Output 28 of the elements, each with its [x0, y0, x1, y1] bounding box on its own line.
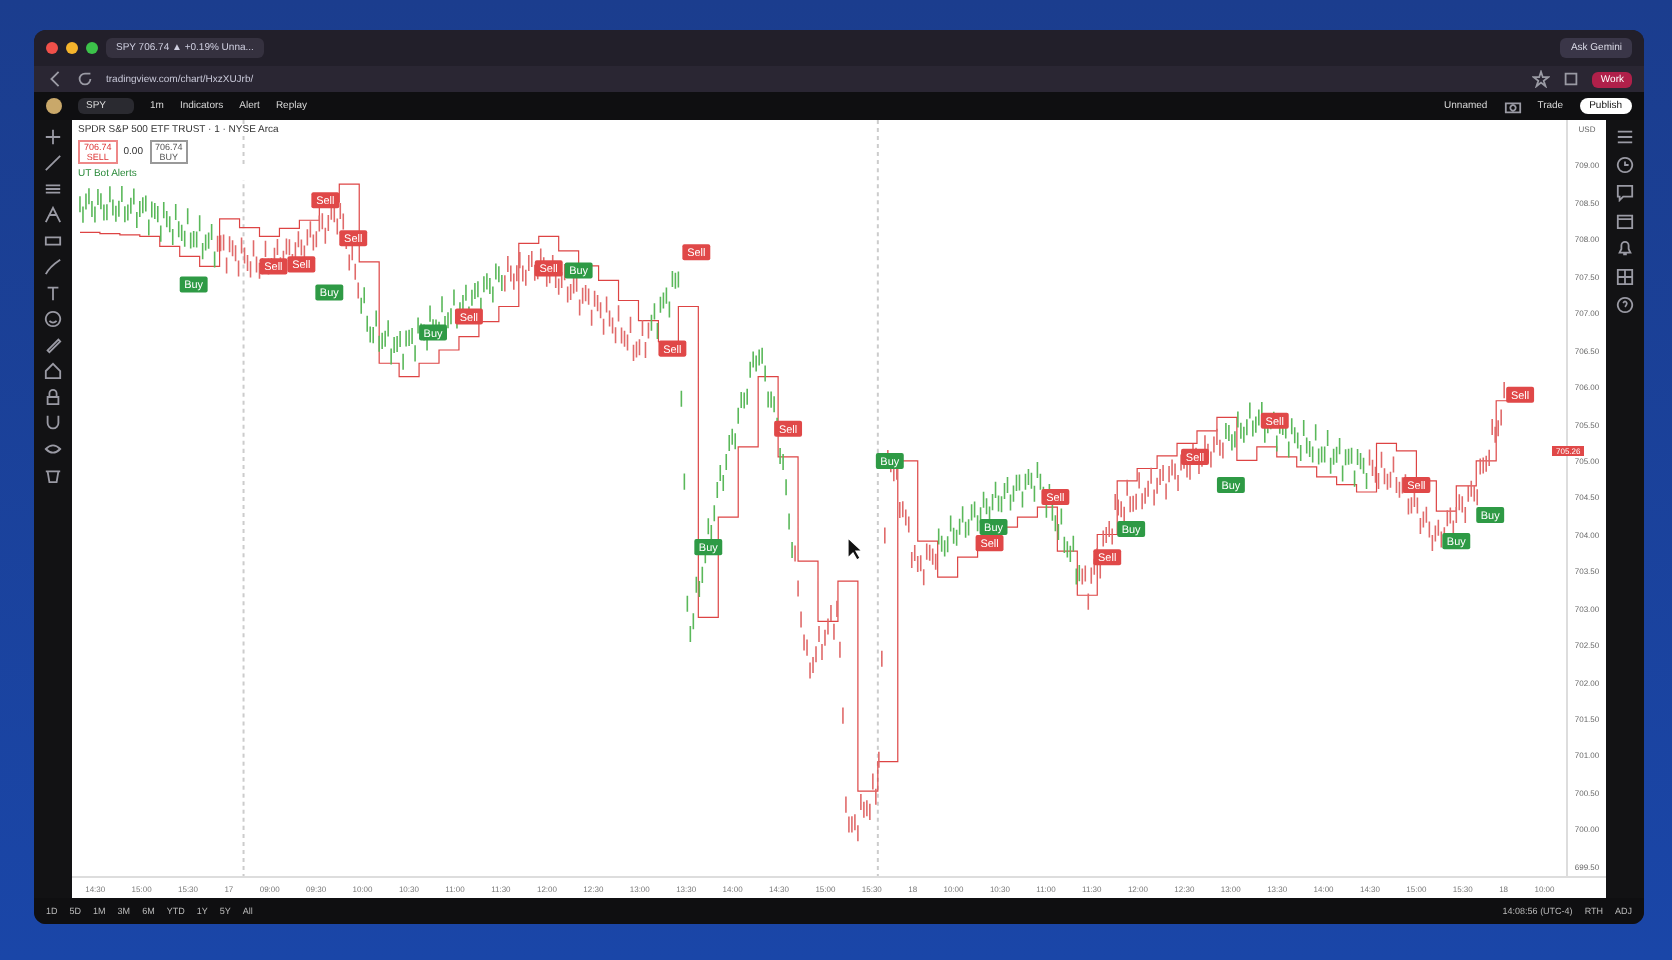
lock-icon[interactable] [44, 388, 62, 406]
eye-icon[interactable] [44, 440, 62, 458]
home-icon[interactable] [44, 362, 62, 380]
crosshair-icon[interactable] [44, 128, 62, 146]
cursor-icon [846, 536, 864, 562]
line-icon[interactable] [44, 154, 62, 172]
bell-icon[interactable] [1616, 240, 1634, 258]
zoom-dot[interactable] [86, 42, 98, 54]
reload-icon[interactable] [76, 70, 94, 88]
grid-icon[interactable] [1616, 268, 1634, 286]
minimize-dot[interactable] [66, 42, 78, 54]
back-icon[interactable] [46, 70, 64, 88]
chat-icon[interactable] [1616, 184, 1634, 202]
trash-icon[interactable] [44, 466, 62, 484]
brush-icon[interactable] [44, 258, 62, 276]
clock-icon[interactable] [1616, 156, 1634, 174]
calendar-icon[interactable] [1616, 212, 1634, 230]
star-icon[interactable] [1532, 70, 1551, 88]
smile-icon[interactable] [44, 310, 62, 328]
text-icon[interactable] [44, 284, 62, 302]
camera-icon[interactable] [1503, 97, 1522, 115]
magnet-icon[interactable] [44, 414, 62, 432]
lines-icon[interactable] [44, 180, 62, 198]
avatar[interactable] [46, 98, 62, 114]
help-icon[interactable] [1616, 296, 1634, 314]
pencil-icon[interactable] [44, 336, 62, 354]
list-icon[interactable] [1616, 128, 1634, 146]
close-dot[interactable] [46, 42, 58, 54]
